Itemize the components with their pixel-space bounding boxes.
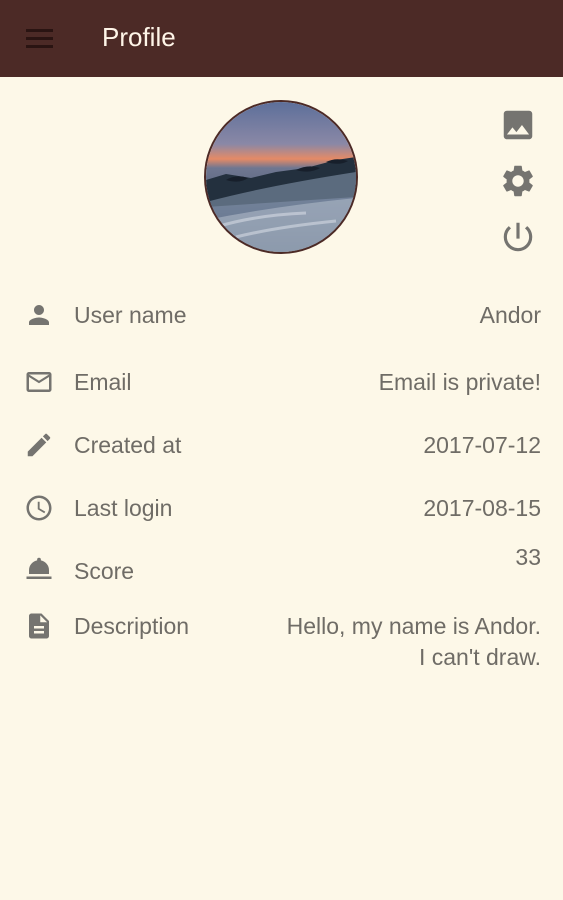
person-icon — [24, 300, 54, 330]
gear-icon[interactable] — [499, 162, 537, 200]
created-at-value: 2017-07-12 — [423, 432, 541, 458]
page-title: Profile — [102, 22, 176, 52]
last-login-value: 2017-08-15 — [423, 495, 541, 521]
mail-icon — [24, 367, 54, 397]
pencil-icon — [24, 430, 54, 460]
last-login-label: Last login — [74, 495, 173, 521]
username-value: Andor — [479, 302, 541, 328]
bell-icon — [24, 554, 54, 584]
description-value: Hello, my name is Andor. I can't draw. — [286, 613, 541, 670]
created-at-label: Created at — [74, 432, 182, 458]
avatar[interactable] — [204, 100, 358, 254]
email-label: Email — [74, 369, 132, 395]
clock-icon — [24, 493, 54, 523]
power-icon[interactable] — [499, 218, 537, 256]
menu-icon[interactable] — [26, 29, 54, 49]
score-label: Score — [74, 558, 135, 584]
app-bar: Profile — [0, 0, 563, 77]
score-value: 33 — [515, 544, 541, 570]
description-label: Description — [74, 613, 190, 639]
image-icon[interactable] — [499, 106, 537, 144]
email-value: Email is private! — [378, 369, 541, 395]
username-label: User name — [74, 302, 187, 328]
document-icon — [24, 611, 54, 641]
